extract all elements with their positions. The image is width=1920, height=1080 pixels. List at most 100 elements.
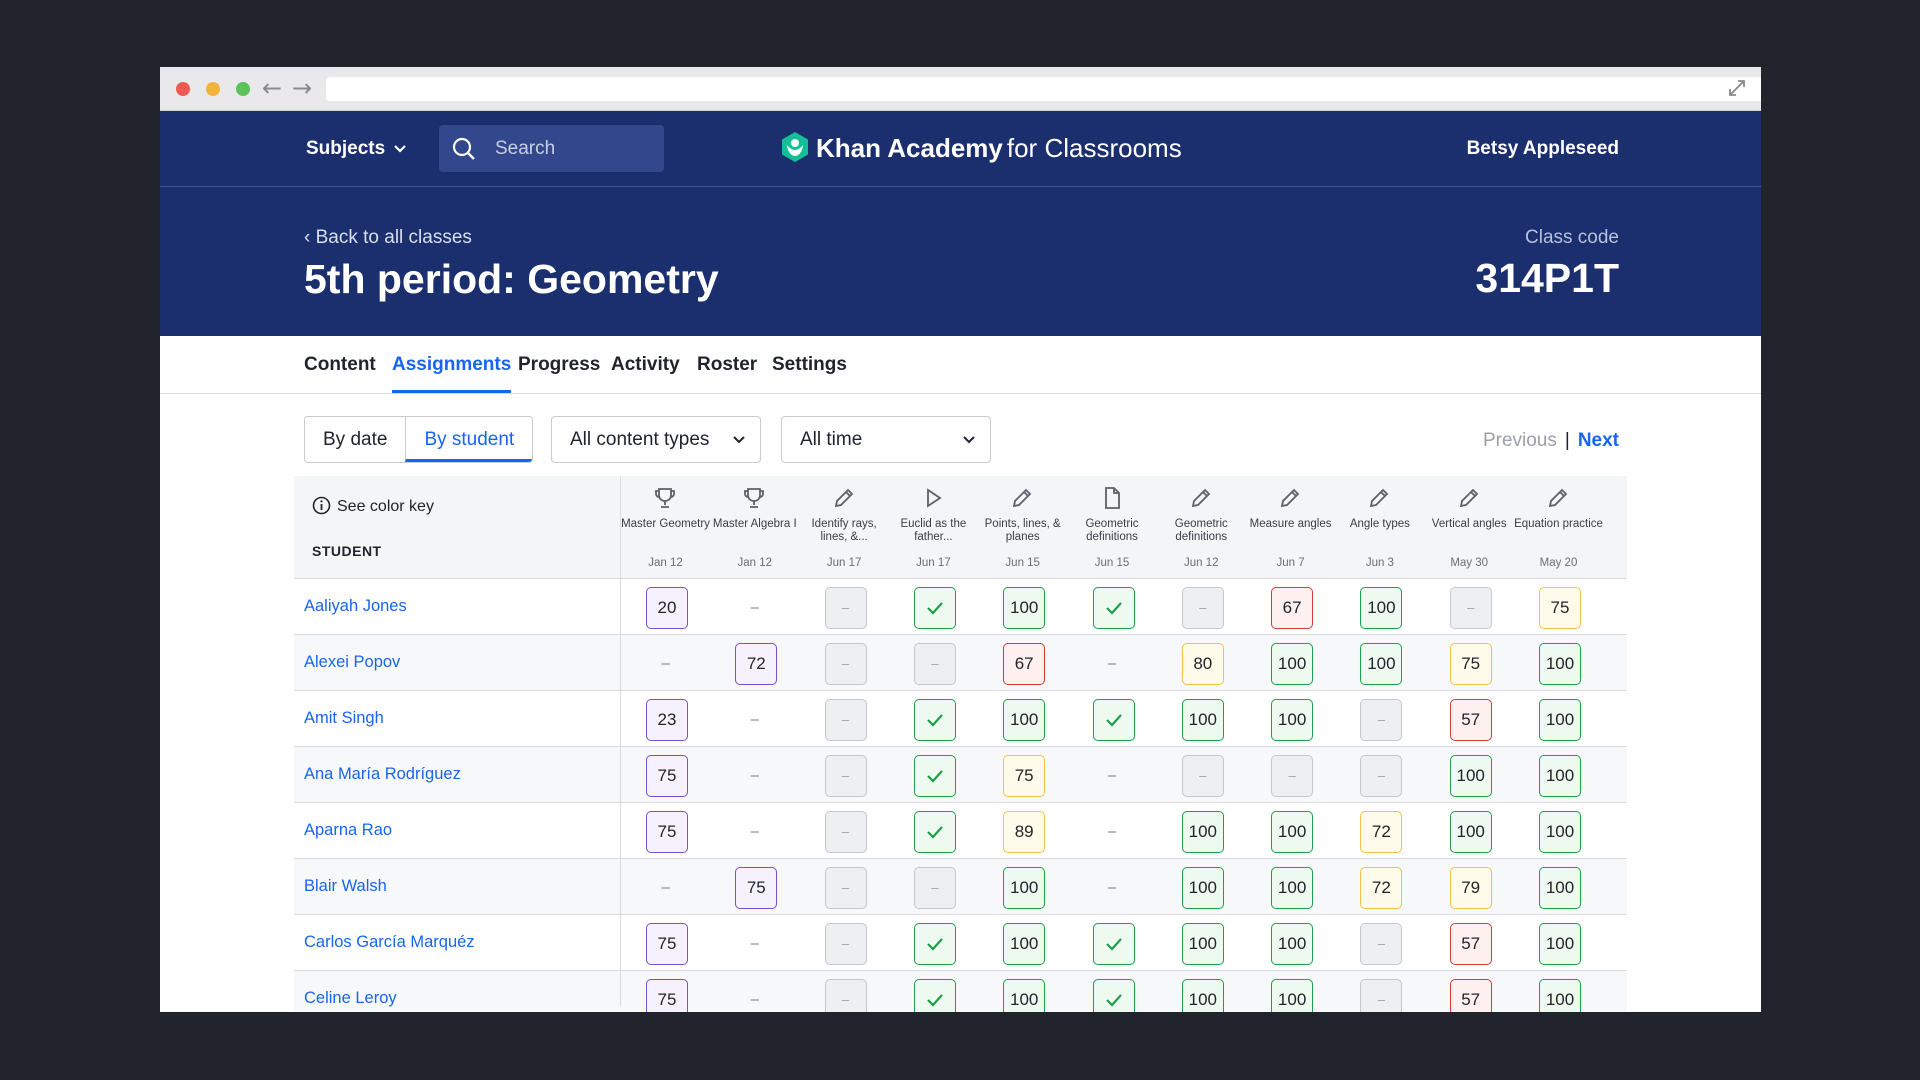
student-name-link[interactable]: Aaliyah Jones [304, 597, 407, 616]
score-badge[interactable]: – [913, 643, 956, 685]
assignment-column-header[interactable]: Geometric definitions Jun 15 [1068, 476, 1157, 579]
score-badge[interactable]: – [913, 867, 956, 909]
tab-settings[interactable]: Settings [772, 354, 847, 390]
score-badge[interactable]: – [1449, 587, 1492, 629]
score-badge[interactable]: 100 [1003, 867, 1046, 909]
score-badge[interactable]: – [824, 811, 867, 853]
score-badge[interactable]: 100 [1539, 643, 1581, 685]
score-badge[interactable]: – [1360, 923, 1403, 965]
back-to-classes-link[interactable]: ‹ Back to all classes [304, 227, 472, 249]
score-badge[interactable]: 75 [1449, 643, 1492, 685]
back-arrow-icon[interactable]: ← [262, 73, 282, 103]
score-badge[interactable]: 75 [646, 811, 688, 853]
score-badge[interactable]: 75 [646, 755, 688, 797]
score-badge[interactable]: 23 [646, 699, 688, 741]
score-badge[interactable]: – [1181, 587, 1224, 629]
score-badge[interactable]: 20 [646, 587, 688, 629]
score-badge[interactable]: – [824, 699, 867, 741]
assignment-column-header[interactable]: Euclid as the father... Jun 17 [889, 476, 978, 579]
score-badge[interactable]: – [824, 867, 867, 909]
score-badge[interactable]: 67 [1003, 643, 1046, 685]
score-badge[interactable]: 100 [1449, 755, 1492, 797]
tab-roster[interactable]: Roster [697, 354, 757, 390]
score-badge[interactable]: 72 [1360, 867, 1403, 909]
time-range-select[interactable]: All time [781, 416, 991, 463]
completed-score[interactable] [913, 587, 956, 629]
completed-score[interactable] [1092, 923, 1135, 965]
student-name-link[interactable]: Aparna Rao [304, 821, 392, 840]
completed-score[interactable] [913, 755, 956, 797]
score-badge[interactable]: 75 [646, 923, 688, 965]
assignment-column-header[interactable]: Equation practice May 20 [1514, 476, 1603, 579]
score-badge[interactable]: – [1271, 755, 1314, 797]
color-key-button[interactable]: See color key [312, 496, 434, 516]
assignment-column-header[interactable]: Vertical angles May 30 [1425, 476, 1514, 579]
assignment-column-header[interactable]: Identify rays, lines, &... Jun 17 [800, 476, 889, 579]
score-badge[interactable]: – [1181, 755, 1224, 797]
score-badge[interactable]: 100 [1003, 699, 1046, 741]
score-badge[interactable]: 100 [1181, 699, 1224, 741]
score-badge[interactable]: 89 [1003, 811, 1046, 853]
completed-score[interactable] [913, 699, 956, 741]
close-window-button[interactable] [176, 82, 190, 96]
score-badge[interactable]: 72 [1360, 811, 1403, 853]
subjects-menu[interactable]: Subjects [306, 138, 407, 160]
score-badge[interactable]: 100 [1271, 811, 1314, 853]
by-date-button[interactable]: By date [305, 417, 405, 462]
score-badge[interactable]: 100 [1539, 811, 1581, 853]
tab-assignments[interactable]: Assignments [392, 354, 512, 393]
assignment-column-header[interactable]: Geometric definitions Jun 12 [1157, 476, 1246, 579]
student-name-link[interactable]: Celine Leroy [304, 989, 397, 1008]
completed-score[interactable] [913, 811, 956, 853]
score-badge[interactable]: 75 [735, 867, 778, 909]
student-name-link[interactable]: Amit Singh [304, 709, 384, 728]
score-badge[interactable]: 100 [1539, 755, 1581, 797]
forward-arrow-icon[interactable]: → [292, 73, 312, 103]
assignment-column-header[interactable]: Points, lines, & planes Jun 15 [978, 476, 1067, 579]
score-badge[interactable]: 100 [1181, 867, 1224, 909]
assignment-column-header[interactable]: Measure angles Jun 7 [1246, 476, 1335, 579]
completed-score[interactable] [1092, 587, 1135, 629]
student-name-link[interactable]: Blair Walsh [304, 877, 387, 896]
score-badge[interactable]: 100 [1271, 923, 1314, 965]
score-badge[interactable]: 100 [1360, 643, 1403, 685]
score-badge[interactable]: 67 [1271, 587, 1314, 629]
assignment-column-header[interactable]: Angle types Jun 3 [1335, 476, 1424, 579]
score-badge[interactable]: 100 [1449, 811, 1492, 853]
content-type-select[interactable]: All content types [551, 416, 761, 463]
score-badge[interactable]: – [824, 755, 867, 797]
minimize-window-button[interactable] [206, 82, 220, 96]
student-name-link[interactable]: Carlos García Marquéz [304, 933, 475, 952]
student-name-link[interactable]: Alexei Popov [304, 653, 400, 672]
score-badge[interactable]: 100 [1003, 923, 1046, 965]
score-badge[interactable]: 75 [1539, 587, 1581, 629]
score-badge[interactable]: 72 [735, 643, 778, 685]
score-badge[interactable]: – [824, 587, 867, 629]
score-badge[interactable]: 100 [1003, 587, 1046, 629]
previous-link[interactable]: Previous [1483, 430, 1557, 451]
score-badge[interactable]: 80 [1181, 643, 1224, 685]
search-input[interactable]: Search [439, 125, 664, 172]
score-badge[interactable]: 100 [1539, 699, 1581, 741]
tab-content[interactable]: Content [304, 354, 376, 390]
score-badge[interactable]: – [824, 923, 867, 965]
score-badge[interactable]: 100 [1360, 587, 1403, 629]
score-badge[interactable]: 100 [1271, 867, 1314, 909]
score-badge[interactable]: – [1360, 755, 1403, 797]
completed-score[interactable] [913, 923, 956, 965]
score-badge[interactable]: 100 [1271, 643, 1314, 685]
tab-activity[interactable]: Activity [611, 354, 680, 390]
score-badge[interactable]: 100 [1539, 867, 1581, 909]
tab-progress[interactable]: Progress [518, 354, 600, 390]
completed-score[interactable] [1092, 699, 1135, 741]
score-badge[interactable]: 57 [1449, 699, 1492, 741]
score-badge[interactable]: 79 [1449, 867, 1492, 909]
brand-logo[interactable]: Khan Academy for Classrooms [780, 131, 1182, 164]
student-name-link[interactable]: Ana María Rodríguez [304, 765, 461, 784]
score-badge[interactable]: – [1360, 699, 1403, 741]
score-badge[interactable]: 75 [1003, 755, 1046, 797]
user-menu[interactable]: Betsy Appleseed [1467, 138, 1619, 160]
score-badge[interactable]: 57 [1449, 923, 1492, 965]
score-badge[interactable]: – [824, 643, 867, 685]
score-badge[interactable]: 100 [1181, 811, 1224, 853]
